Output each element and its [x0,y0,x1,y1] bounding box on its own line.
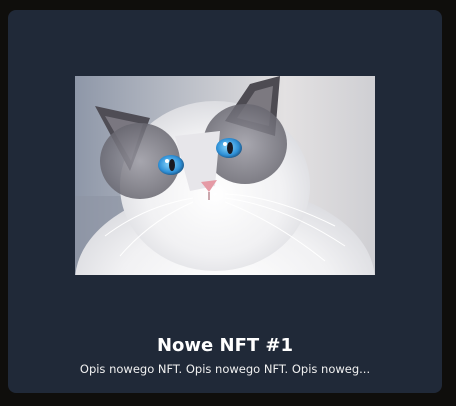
cat-image [75,76,375,275]
nft-card[interactable]: Nowe NFT #1 Opis nowego NFT. Opis nowego… [8,10,442,393]
nft-image[interactable] [75,76,375,275]
nft-title: Nowe NFT #1 [156,335,294,356]
nft-description: Opis nowego NFT. Opis nowego NFT. Opis n… [79,362,371,376]
